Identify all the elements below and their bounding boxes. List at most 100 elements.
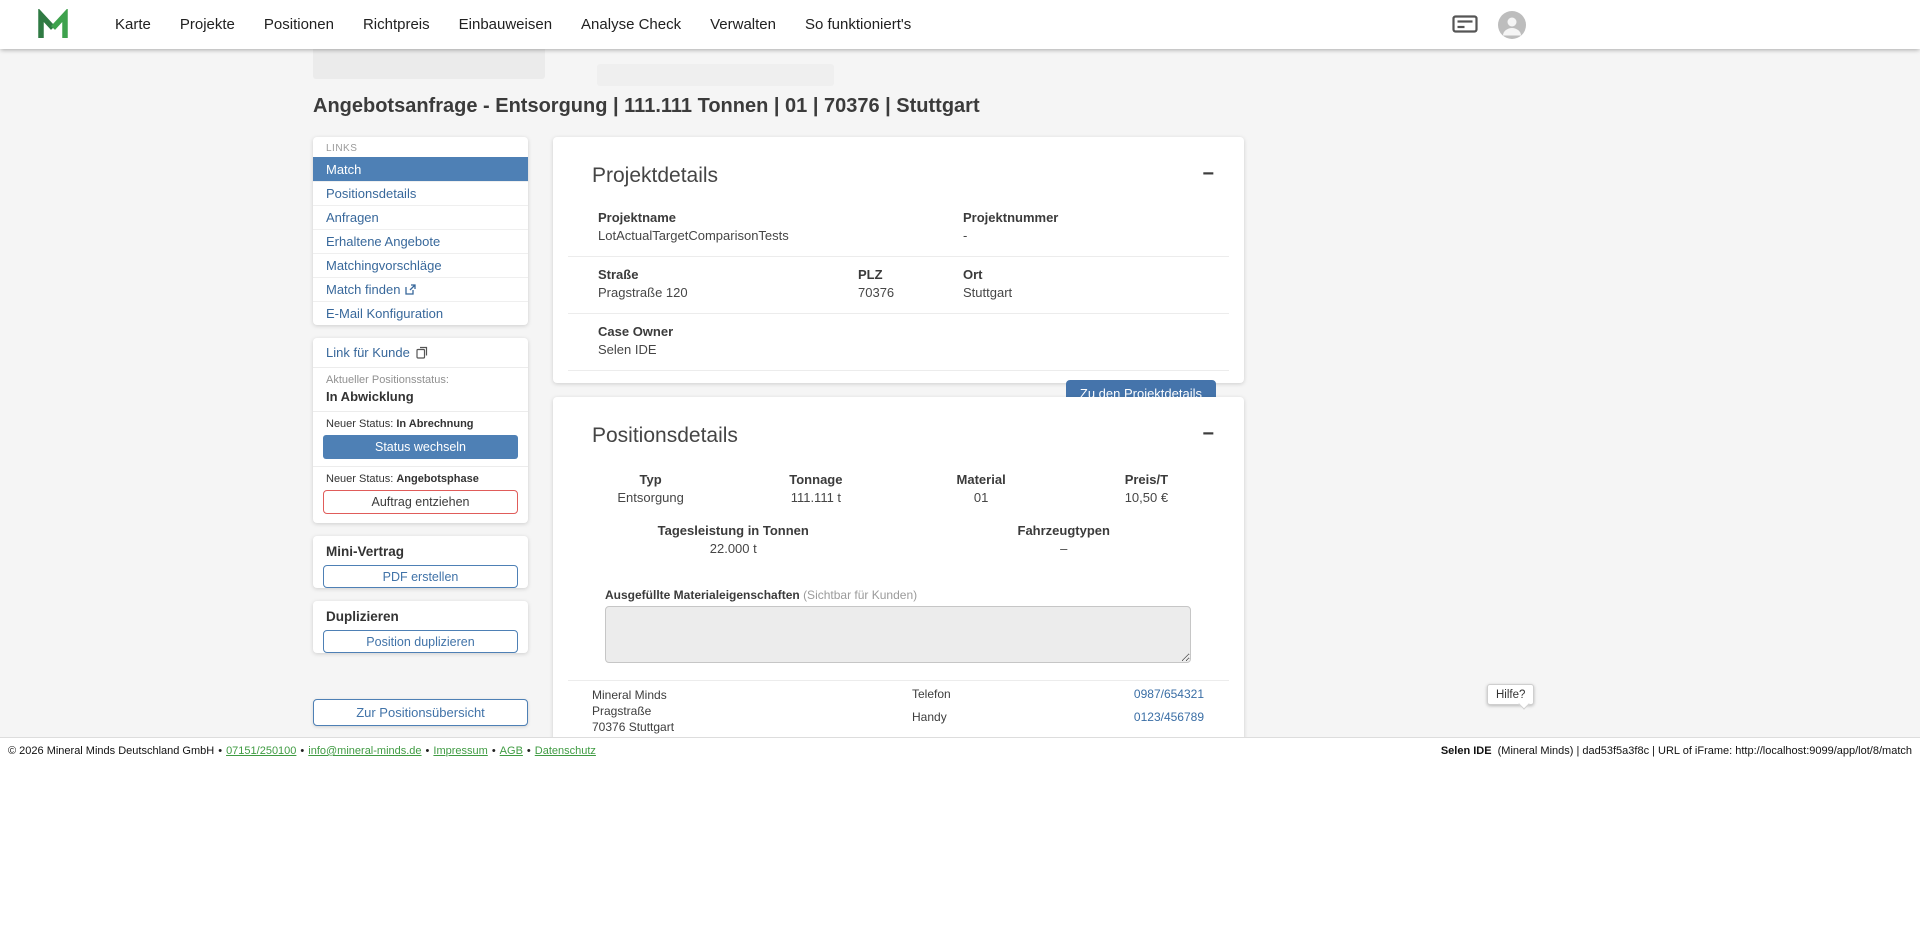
sidebar-item-anfragen[interactable]: Anfragen — [313, 205, 528, 229]
footer-copyright: © 2026 Mineral Minds Deutschland GmbH — [8, 745, 214, 757]
nav-so-funktionierts[interactable]: So funktioniert's — [805, 16, 911, 33]
phone-row: Telefon 0987/654321 — [912, 687, 1204, 701]
customer-link[interactable]: Link für Kunde — [313, 338, 528, 367]
duplicate-position-button[interactable]: Position duplizieren — [323, 630, 518, 653]
daily-output-value: 22.000 t — [568, 541, 899, 556]
sidebar-item-positionsdetails[interactable]: Positionsdetails — [313, 181, 528, 205]
footer-left: © 2026 Mineral Minds Deutschland GmbH • … — [8, 745, 596, 757]
nav-richtpreis[interactable]: Richtpreis — [363, 16, 430, 33]
create-pdf-button[interactable]: PDF erstellen — [323, 565, 518, 588]
position-details-card: Positionsdetails − Typ Entsorgung Tonnag… — [553, 397, 1244, 737]
phone-label: Telefon — [912, 687, 951, 701]
footer-email-link[interactable]: info@mineral-minds.de — [308, 745, 421, 757]
typ-value: Entsorgung — [568, 490, 733, 505]
contact-street: Pragstraße — [592, 703, 674, 719]
plz-value: 70376 — [858, 285, 963, 300]
footer-separator: • — [492, 745, 496, 757]
copy-icon — [416, 346, 428, 359]
sidebar-item-label: E-Mail Konfiguration — [326, 306, 443, 321]
contact-city: 70376 Stuttgart — [592, 719, 674, 735]
current-status-label: Aktueller Positionsstatus: — [326, 374, 515, 386]
mobile-link[interactable]: 0123/456789 — [1134, 710, 1204, 724]
divider — [568, 680, 1229, 681]
footer-user: Selen IDE — [1441, 745, 1492, 757]
main-navigation: Karte Projekte Positionen Richtpreis Ein… — [115, 16, 911, 33]
project-row-3: Case Owner Selen IDE — [568, 314, 1229, 371]
material-label: Material — [899, 472, 1064, 487]
contact-address: Mineral Minds Pragstraße 70376 Stuttgart — [592, 687, 674, 735]
mobile-label: Handy — [912, 710, 947, 724]
sidebar-item-matchingvorschlaege[interactable]: Matchingvorschläge — [313, 253, 528, 277]
sidebar-item-label: Anfragen — [326, 210, 379, 225]
project-card-header: Projektdetails − — [553, 137, 1244, 188]
footer-session-info: Selen IDE (Mineral Minds) | dad53f5a3f8c… — [1441, 745, 1912, 757]
price-label: Preis/T — [1064, 472, 1229, 487]
project-name-label: Projektname — [598, 210, 963, 225]
daily-output-label: Tagesleistung in Tonnen — [568, 523, 899, 538]
contact-company: Mineral Minds — [592, 687, 674, 703]
project-row-2: Straße Pragstraße 120 PLZ 70376 Ort Stut… — [568, 257, 1229, 314]
project-details-card: Projektdetails − Projektname LotActualTa… — [553, 137, 1244, 383]
next-status2-label: Neuer Status: — [326, 473, 393, 485]
status-card: Link für Kunde Aktueller Positionsstatus… — [313, 338, 528, 523]
next-status-value: In Abrechnung — [396, 418, 473, 430]
sidebar: LINKS Match Positionsdetails Anfragen Er… — [313, 137, 528, 663]
user-avatar[interactable] — [1498, 11, 1526, 44]
sidebar-item-match[interactable]: Match — [313, 157, 528, 181]
collapse-icon[interactable]: − — [1202, 164, 1214, 184]
case-owner-value: Selen IDE — [598, 342, 673, 357]
street-label: Straße — [598, 267, 858, 282]
city-label: Ort — [963, 267, 1012, 282]
street-value: Pragstraße 120 — [598, 285, 858, 300]
footer-agb-link[interactable]: AGB — [500, 745, 523, 757]
sidebar-item-email-konfiguration[interactable]: E-Mail Konfiguration — [313, 301, 528, 325]
nav-analyse-check[interactable]: Analyse Check — [581, 16, 681, 33]
project-number-value: - — [963, 228, 1058, 243]
footer-impressum-link[interactable]: Impressum — [433, 745, 487, 757]
footer-separator: • — [218, 745, 222, 757]
case-owner-label: Case Owner — [598, 324, 673, 339]
position-summary-row: Typ Entsorgung Tonnage 111.111 t Materia… — [568, 472, 1229, 505]
sidebar-item-label: Positionsdetails — [326, 186, 416, 201]
typ-label: Typ — [568, 472, 733, 487]
external-link-icon — [405, 284, 416, 295]
brand-logo[interactable] — [36, 9, 72, 41]
footer-phone-link[interactable]: 07151/250100 — [226, 745, 296, 757]
nav-projekte[interactable]: Projekte — [180, 16, 235, 33]
project-name-value: LotActualTargetComparisonTests — [598, 228, 963, 243]
mini-contract-card: Mini-Vertrag PDF erstellen — [313, 536, 528, 588]
next-status-label: Neuer Status: — [326, 418, 393, 430]
sidebar-item-label: Matchingvorschläge — [326, 258, 442, 273]
material-properties-textarea[interactable] — [605, 606, 1191, 663]
footer-separator: • — [426, 745, 430, 757]
sidebar-item-erhaltene-angebote[interactable]: Erhaltene Angebote — [313, 229, 528, 253]
revoke-order-button[interactable]: Auftrag entziehen — [323, 490, 518, 514]
next-status2-value: Angebotsphase — [396, 473, 479, 485]
sidebar-item-match-finden[interactable]: Match finden — [313, 277, 528, 301]
logo-icon — [36, 9, 72, 41]
top-navbar: Karte Projekte Positionen Richtpreis Ein… — [0, 0, 1920, 49]
nav-einbauweisen[interactable]: Einbauweisen — [459, 16, 552, 33]
next-status-row: Neuer Status: In Abrechnung — [313, 412, 528, 433]
scrolled-content-placeholder — [313, 49, 545, 79]
page-title: Angebotsanfrage - Entsorgung | 111.111 T… — [313, 95, 980, 118]
footer-datenschutz-link[interactable]: Datenschutz — [535, 745, 596, 757]
position-secondary-row: Tagesleistung in Tonnen 22.000 t Fahrzeu… — [568, 523, 1229, 556]
sidebar-item-label: Match finden — [326, 282, 400, 297]
help-button[interactable]: Hilfe? — [1487, 684, 1534, 705]
collapse-icon[interactable]: − — [1202, 424, 1214, 444]
customer-link-label: Link für Kunde — [326, 345, 410, 360]
next-status2-row: Neuer Status: Angebotsphase — [313, 467, 528, 488]
nav-karte[interactable]: Karte — [115, 16, 151, 33]
price-value: 10,50 € — [1064, 490, 1229, 505]
nav-verwalten[interactable]: Verwalten — [710, 16, 776, 33]
card-panel-icon[interactable] — [1452, 15, 1478, 38]
nav-positionen[interactable]: Positionen — [264, 16, 334, 33]
change-status-button[interactable]: Status wechseln — [323, 435, 518, 459]
plz-label: PLZ — [858, 267, 963, 282]
footer-separator: • — [300, 745, 304, 757]
phone-link[interactable]: 0987/654321 — [1134, 687, 1204, 701]
position-overview-button[interactable]: Zur Positionsübersicht — [313, 699, 528, 726]
duplicate-card: Duplizieren Position duplizieren — [313, 601, 528, 653]
mobile-row: Handy 0123/456789 — [912, 710, 1204, 724]
